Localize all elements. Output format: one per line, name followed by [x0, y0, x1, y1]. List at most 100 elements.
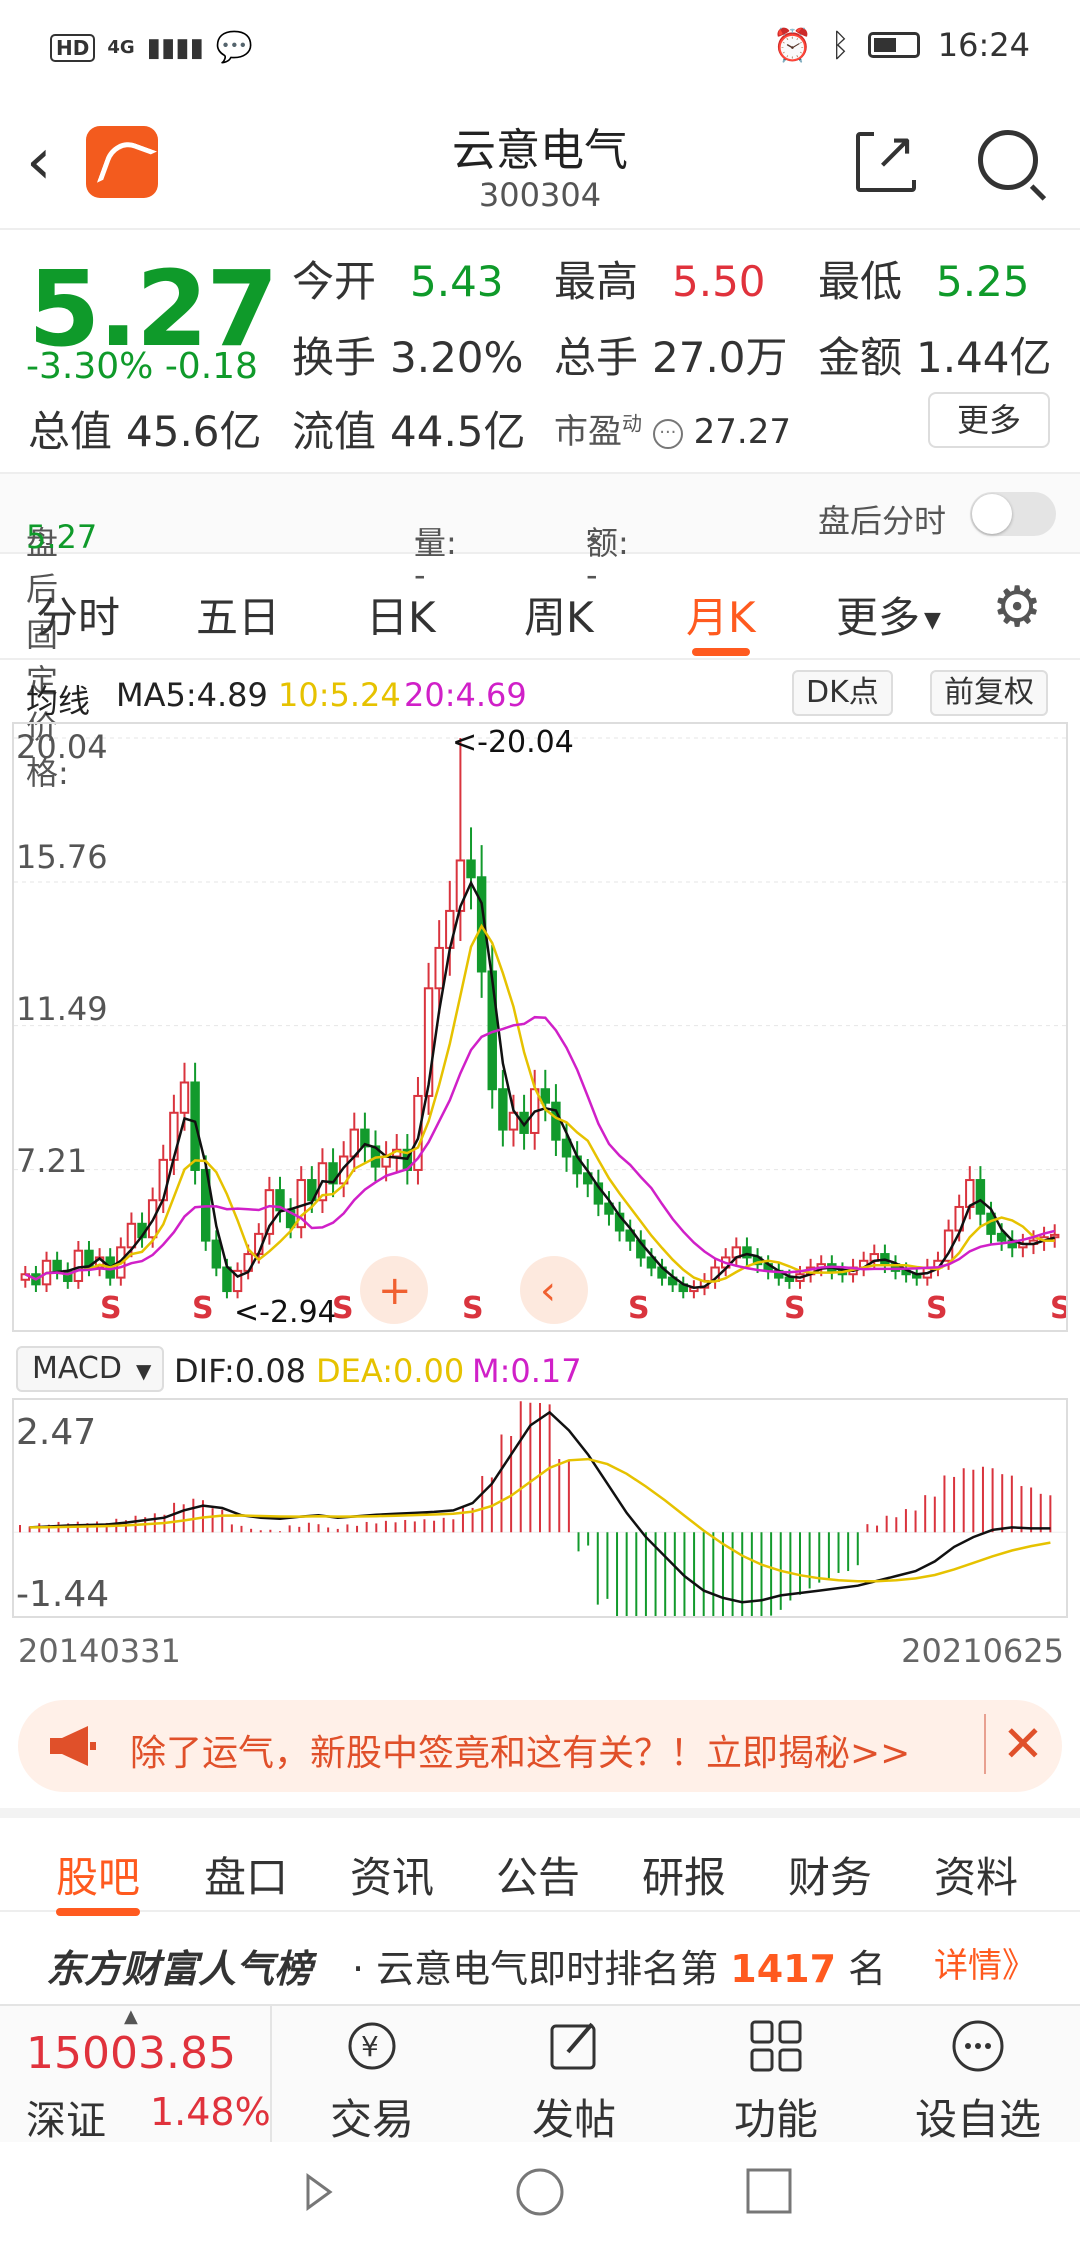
functions-label: 功能 [733, 2095, 818, 2144]
index-ticker[interactable]: ▲ 15003.85 深证 1.48% [0, 2006, 272, 2144]
system-nav-bar [0, 2142, 1080, 2244]
tab-weekly-k[interactable]: 周K [524, 584, 594, 645]
candle-up [73, 1249, 84, 1282]
svg-text:¥: ¥ [361, 2030, 379, 2063]
tab-announcements[interactable]: 公告 [496, 1844, 580, 1905]
tab-financials[interactable]: 财务 [788, 1844, 872, 1905]
popularity-rank-row[interactable]: 东方财富人气榜 · 云意电气即时排名第 1417 名 详情》 [0, 1912, 1080, 2004]
nav-home-icon[interactable] [516, 2168, 564, 2216]
info-icon[interactable]: ··· [652, 418, 683, 449]
tab-research[interactable]: 研报 [642, 1844, 726, 1905]
kline-grid [14, 737, 1066, 1171]
sell-signal-mark: S [332, 1291, 354, 1326]
tab-minute[interactable]: 分时 [36, 584, 120, 645]
price-change: -3.30% -0.18 [26, 346, 258, 387]
candle-up [158, 1158, 168, 1202]
ma5-value: MA5:4.89 [116, 676, 268, 714]
candle-down [551, 1101, 561, 1141]
nav-recents-icon[interactable] [746, 2168, 792, 2214]
search-icon[interactable] [978, 130, 1038, 190]
date-end: 20210625 [901, 1632, 1064, 1670]
rank-number: 1417 [730, 1947, 837, 1991]
grid-icon [750, 2020, 802, 2072]
turnover-value: 3.20% [390, 333, 524, 382]
sell-signal-mark: S [1050, 1291, 1066, 1326]
after-hours-toggle[interactable] [970, 492, 1056, 536]
bottom-toolbar: ▲ 15003.85 深证 1.48% ¥ 交易 发帖 功能 设自选 [0, 2004, 1080, 2144]
macd-chart[interactable]: 2.47 -1.44 [12, 1398, 1068, 1695]
volume-label: 总手 [554, 333, 639, 382]
sell-signal-mark: S [462, 1291, 484, 1326]
tab-daily-k[interactable]: 日K [366, 584, 436, 645]
signal-icon: ▮▮▮▮ [146, 32, 204, 63]
candle-up [965, 1179, 975, 1208]
stock-code: 300304 [478, 176, 602, 214]
add-watchlist-button[interactable]: 设自选 [878, 2006, 1078, 2144]
candle-down [211, 1239, 222, 1269]
sell-signal-mark: S [926, 1291, 948, 1326]
indicator-select-label: MACD [32, 1351, 122, 1386]
kline-svg: 20.04 15.76 11.49 7.21 <-20.04 <-2.94 S S… [14, 725, 1072, 1330]
candle-down [222, 1266, 232, 1293]
tab-news[interactable]: 资讯 [350, 1844, 434, 1905]
open-label: 今开 [292, 257, 377, 306]
candle-down [466, 859, 476, 879]
total-value-label: 总值 [28, 407, 113, 456]
tab-monthly-k[interactable]: 月K [686, 584, 756, 656]
plus-icon: + [378, 1268, 412, 1314]
kline-ma-lines [24, 880, 1056, 1289]
stock-header: ‹ 云意电气 300304 [0, 100, 1080, 230]
tab-forum[interactable]: 股吧 [56, 1844, 141, 1916]
wechat-icon: 💬 [215, 30, 254, 65]
post-label: 发帖 [531, 2095, 616, 2144]
more-button[interactable]: 更多 [928, 392, 1050, 448]
candle-up [1049, 1233, 1060, 1239]
share-icon[interactable] [856, 122, 916, 192]
gear-icon[interactable]: ⚙ [992, 580, 1042, 636]
ad-text: 除了运气，新股中签竟和这有关？！立即揭秘>> [130, 1733, 911, 1774]
network-label: 4G [107, 37, 135, 58]
tab-order-book[interactable]: 盘口 [204, 1844, 288, 1905]
candle-up [126, 1222, 137, 1249]
trade-button[interactable]: ¥ 交易 [272, 2006, 472, 2144]
functions-button[interactable]: 功能 [676, 2006, 876, 2144]
indicator-select[interactable]: MACD ▼ [16, 1346, 164, 1392]
close-icon[interactable]: ✕ [984, 1714, 1044, 1774]
ma-row: 均线 MA5:4.89 10:5.24 20:4.69 DK点 前复权 [0, 662, 1080, 722]
pe-super: 动 [622, 411, 642, 436]
alarm-icon: ⏰ [772, 26, 813, 64]
dk-point-button[interactable]: DK点 [792, 670, 893, 716]
after-hours-row: 盘后固定价格: 5.27 量: -- 额: -- 盘后分时 [0, 472, 1080, 792]
caret-up-icon: ▲ [124, 2006, 138, 2027]
open-value: 5.43 [410, 257, 504, 306]
rank-suffix: 名 [848, 1947, 887, 1991]
post-button[interactable]: 发帖 [474, 2006, 674, 2144]
date-start: 20140331 [18, 1632, 181, 1670]
ad-banner[interactable]: 除了运气，新股中签竟和这有关？！立即揭秘>> ✕ [18, 1700, 1062, 1792]
ma10-value: 10:5.24 [278, 676, 401, 714]
rank-detail-link[interactable]: 详情》 [934, 1938, 1036, 1987]
macd-top-label: 2.47 [16, 1412, 96, 1453]
y-label-3: 11.49 [16, 990, 108, 1028]
max-price-label: <-20.04 [452, 725, 574, 760]
caret-down-icon: ▼ [135, 1359, 152, 1383]
status-right: ⏰ ᛒ 16:24 [773, 26, 1030, 64]
y-label-4: 7.21 [16, 1142, 87, 1180]
candle-down [561, 1138, 572, 1158]
candle-down [52, 1259, 62, 1272]
tab-five-day[interactable]: 五日 [196, 584, 280, 645]
turnover-stat: 换手 3.20% [292, 324, 523, 385]
kline-chart[interactable]: 20.04 15.76 11.49 7.21 <-20.04 <-2.94 S S… [12, 722, 1072, 1332]
dif-value: DIF:0.08 [174, 1352, 307, 1390]
adjust-button[interactable]: 前复权 [930, 670, 1048, 716]
battery-icon [867, 32, 920, 58]
macd-m-value: M:0.17 [472, 1352, 582, 1390]
tab-profile[interactable]: 资料 [934, 1844, 1018, 1905]
pe-value: 27.27 [693, 412, 791, 452]
pe-label: 市盈 [554, 412, 622, 452]
tab-more[interactable]: 更多 ▼ [836, 584, 941, 645]
y-label-2: 15.76 [16, 838, 108, 876]
high-stat: 最高 5.50 [554, 248, 766, 309]
nav-back-icon[interactable] [306, 2173, 333, 2211]
sell-signal-mark: S [784, 1291, 806, 1326]
